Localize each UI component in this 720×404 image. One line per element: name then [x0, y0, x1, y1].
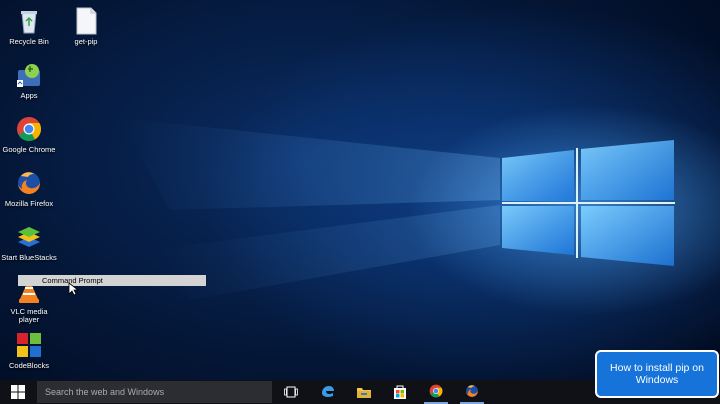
video-title: How to install pip on Windows — [610, 362, 704, 386]
desktop-icon-apps[interactable]: Apps — [1, 60, 57, 100]
firefox-icon — [466, 385, 478, 397]
desktop-icon-label: Recycle Bin — [9, 37, 49, 46]
edge-icon — [322, 386, 334, 397]
desktop-icon-label: Apps — [20, 91, 38, 100]
desktop-icon-label: Google Chrome — [2, 145, 56, 154]
firefox-taskbar-button[interactable] — [460, 380, 484, 404]
desktop-icon-label: VLC media player — [10, 307, 48, 324]
windows-logo-icon — [11, 385, 25, 399]
apps-folder-icon — [14, 60, 44, 90]
chrome-taskbar-button[interactable] — [424, 380, 448, 404]
desktop-icon-label: Start BlueStacks — [1, 253, 57, 262]
desktop-icon-recycle-bin[interactable]: Recycle Bin — [1, 6, 57, 46]
desktop: Recycle Bin get-pip Apps Google Chrome M… — [0, 0, 720, 380]
task-view-button[interactable] — [280, 380, 302, 404]
desktop-icon-codeblocks[interactable]: CodeBlocks — [1, 330, 57, 370]
desktop-icon-label: get-pip — [74, 37, 98, 46]
windows-wallpaper — [120, 118, 675, 300]
bluestacks-icon — [14, 222, 44, 252]
file-explorer-icon — [357, 388, 371, 398]
edge-button[interactable] — [316, 380, 340, 404]
codeblocks-icon — [14, 330, 44, 360]
desktop-icon-get-pip[interactable]: get-pip — [58, 6, 114, 46]
command-prompt-tooltip: Command Prompt — [18, 275, 206, 286]
store-button[interactable] — [388, 380, 412, 404]
desktop-icon-label: Mozilla Firefox — [4, 199, 54, 208]
start-button[interactable] — [0, 380, 36, 404]
desktop-icon-google-chrome[interactable]: Google Chrome — [1, 114, 57, 154]
store-icon — [394, 385, 406, 399]
desktop-icon-label: CodeBlocks — [8, 361, 50, 370]
desktop-icon-start-bluestacks[interactable]: Start BlueStacks — [1, 222, 57, 262]
file-explorer-button[interactable] — [352, 380, 376, 404]
task-view-icon — [284, 386, 298, 398]
recycle-bin-icon — [14, 6, 44, 36]
chrome-icon — [429, 384, 443, 398]
file-icon — [71, 6, 101, 36]
firefox-icon — [14, 168, 44, 198]
video-title-card: How to install pip on Windows — [595, 350, 719, 398]
desktop-icon-mozilla-firefox[interactable]: Mozilla Firefox — [1, 168, 57, 208]
search-input[interactable]: Search the web and Windows — [37, 381, 272, 403]
chrome-icon — [14, 114, 44, 144]
mouse-cursor-icon — [68, 282, 78, 296]
